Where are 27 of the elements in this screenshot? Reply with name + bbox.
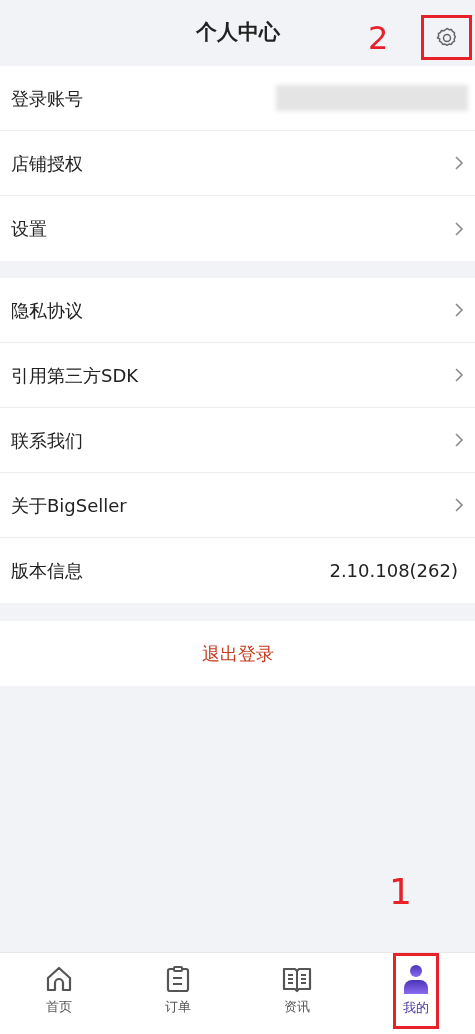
chevron-right-icon — [454, 367, 464, 383]
tab[interactable]: 我的 — [392, 953, 439, 1029]
chevron-right-icon — [454, 432, 464, 448]
settings-button[interactable] — [421, 15, 472, 60]
row-label: 登录账号 — [11, 86, 84, 111]
book-icon — [281, 965, 312, 994]
version-value: 2.10.108(262) — [329, 559, 458, 583]
tab[interactable]: 资讯 — [273, 953, 320, 1029]
chevron-right-icon — [454, 220, 464, 237]
tab[interactable]: 订单 — [155, 953, 202, 1029]
chevron-right-icon — [454, 302, 464, 318]
home-icon — [45, 965, 74, 994]
row-label: 引用第三方SDK — [11, 363, 140, 388]
page-title: 个人中心 — [195, 19, 280, 47]
row-label: 设置 — [11, 217, 48, 241]
row-label: 店铺授权 — [11, 151, 84, 176]
row-label: 隐私协议 — [11, 298, 84, 323]
row-label: 版本信息 — [11, 559, 84, 583]
tab[interactable]: 首页 — [36, 953, 83, 1029]
logout-button[interactable]: 退出登录 — [0, 621, 475, 686]
row-label: 联系我们 — [11, 428, 84, 453]
callout-number: 2 — [368, 22, 389, 54]
person-icon — [401, 964, 430, 995]
row-label: 关于BigSeller — [11, 493, 128, 518]
callout-number: 1 — [389, 874, 412, 910]
chevron-right-icon — [454, 155, 464, 171]
chevron-right-icon — [454, 497, 464, 513]
